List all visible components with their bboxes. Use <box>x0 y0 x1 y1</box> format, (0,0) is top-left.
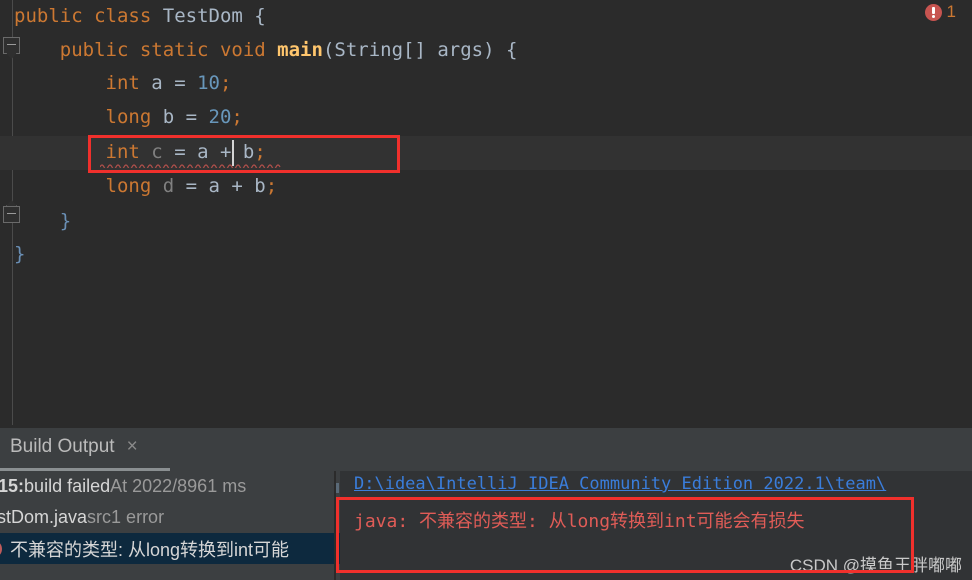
code-token: long <box>105 105 152 128</box>
code-editor[interactable]: public class TestDom { public static voi… <box>0 0 972 425</box>
close-icon[interactable]: × <box>127 437 138 456</box>
code-line: long d = a + b; <box>14 170 278 204</box>
build-tree[interactable]: 0815: build failed At 2022/8 961 msTestD… <box>0 471 340 580</box>
code-token: 10 <box>197 72 220 94</box>
code-token: = <box>174 105 209 128</box>
code-token: main <box>277 38 323 61</box>
code-token: 20 <box>208 105 232 128</box>
panel-tabbar: Build Output × <box>0 428 972 471</box>
tree-row-text: 不兼容的类型: 从long转换到int可能 <box>10 539 290 560</box>
code-highlight-box <box>88 135 400 173</box>
code-line: public static void main(String[] args) { <box>14 34 518 68</box>
code-token: ) <box>483 38 507 61</box>
code-token: ( <box>322 38 335 61</box>
editor-error-badge[interactable]: 1 <box>924 2 956 22</box>
error-circle-icon <box>924 3 942 21</box>
tree-row-text: TestDom.java <box>0 507 88 527</box>
tab-build-output[interactable]: Build Output × <box>0 428 152 465</box>
error-count: 1 <box>946 2 956 21</box>
code-token: ; <box>231 105 243 128</box>
code-token: public <box>59 38 129 61</box>
tree-row-text: src <box>87 507 112 527</box>
tree-row-text: build failed <box>24 476 111 496</box>
code-token: static <box>139 38 209 61</box>
code-token: { <box>506 38 518 61</box>
code-token: int <box>105 72 140 94</box>
code-token: d <box>162 175 175 197</box>
tab-label: Build Output <box>10 435 115 457</box>
panel-highlight-box <box>336 497 914 573</box>
code-token: void <box>219 38 266 61</box>
tree-row[interactable]: 不兼容的类型: 从long转换到int可能 <box>0 533 340 564</box>
tree-row-text: 961 ms <box>187 476 247 496</box>
code-token: a <box>208 175 220 197</box>
code-token: long <box>105 175 152 197</box>
code-token: } <box>59 210 72 232</box>
code-token: public <box>14 5 83 27</box>
tree-row[interactable]: TestDom.java src 1 error <box>0 502 340 533</box>
code-line: } <box>14 238 25 272</box>
detail-gutter-mark <box>336 483 339 493</box>
code-token: } <box>14 243 26 265</box>
code-token: TestDom <box>162 5 243 27</box>
code-token: ; <box>265 175 278 197</box>
code-line: public class TestDom { <box>14 0 266 34</box>
tree-row-text: 1 error <box>111 507 165 527</box>
tree-row-text: 0815: <box>0 476 25 496</box>
code-token: String <box>334 38 404 61</box>
code-token: ; <box>219 72 232 94</box>
code-line: int a = 10; <box>14 67 232 101</box>
tree-row-text: At 2022/8 <box>110 476 188 496</box>
code-token: = <box>174 175 209 197</box>
ide-window: public class TestDom { public static voi… <box>0 0 972 580</box>
code-token: args <box>437 38 484 61</box>
code-token: class <box>94 5 152 27</box>
code-token: a <box>151 72 163 94</box>
code-token: + <box>219 175 255 197</box>
code-text[interactable]: public class TestDom { public static voi… <box>0 0 972 425</box>
code-token: = <box>162 72 198 94</box>
code-token: b <box>162 105 175 128</box>
code-line: long b = 20; <box>14 101 243 135</box>
code-token: b <box>254 175 266 197</box>
tree-row[interactable]: 0815: build failed At 2022/8 961 ms <box>0 471 340 502</box>
code-token: [] <box>403 38 438 61</box>
code-token: { <box>254 5 266 27</box>
build-path-link[interactable]: D:\idea\IntelliJ IDEA Community Edition … <box>354 474 886 494</box>
code-line: } <box>14 205 71 239</box>
error-circle-icon <box>0 539 2 558</box>
